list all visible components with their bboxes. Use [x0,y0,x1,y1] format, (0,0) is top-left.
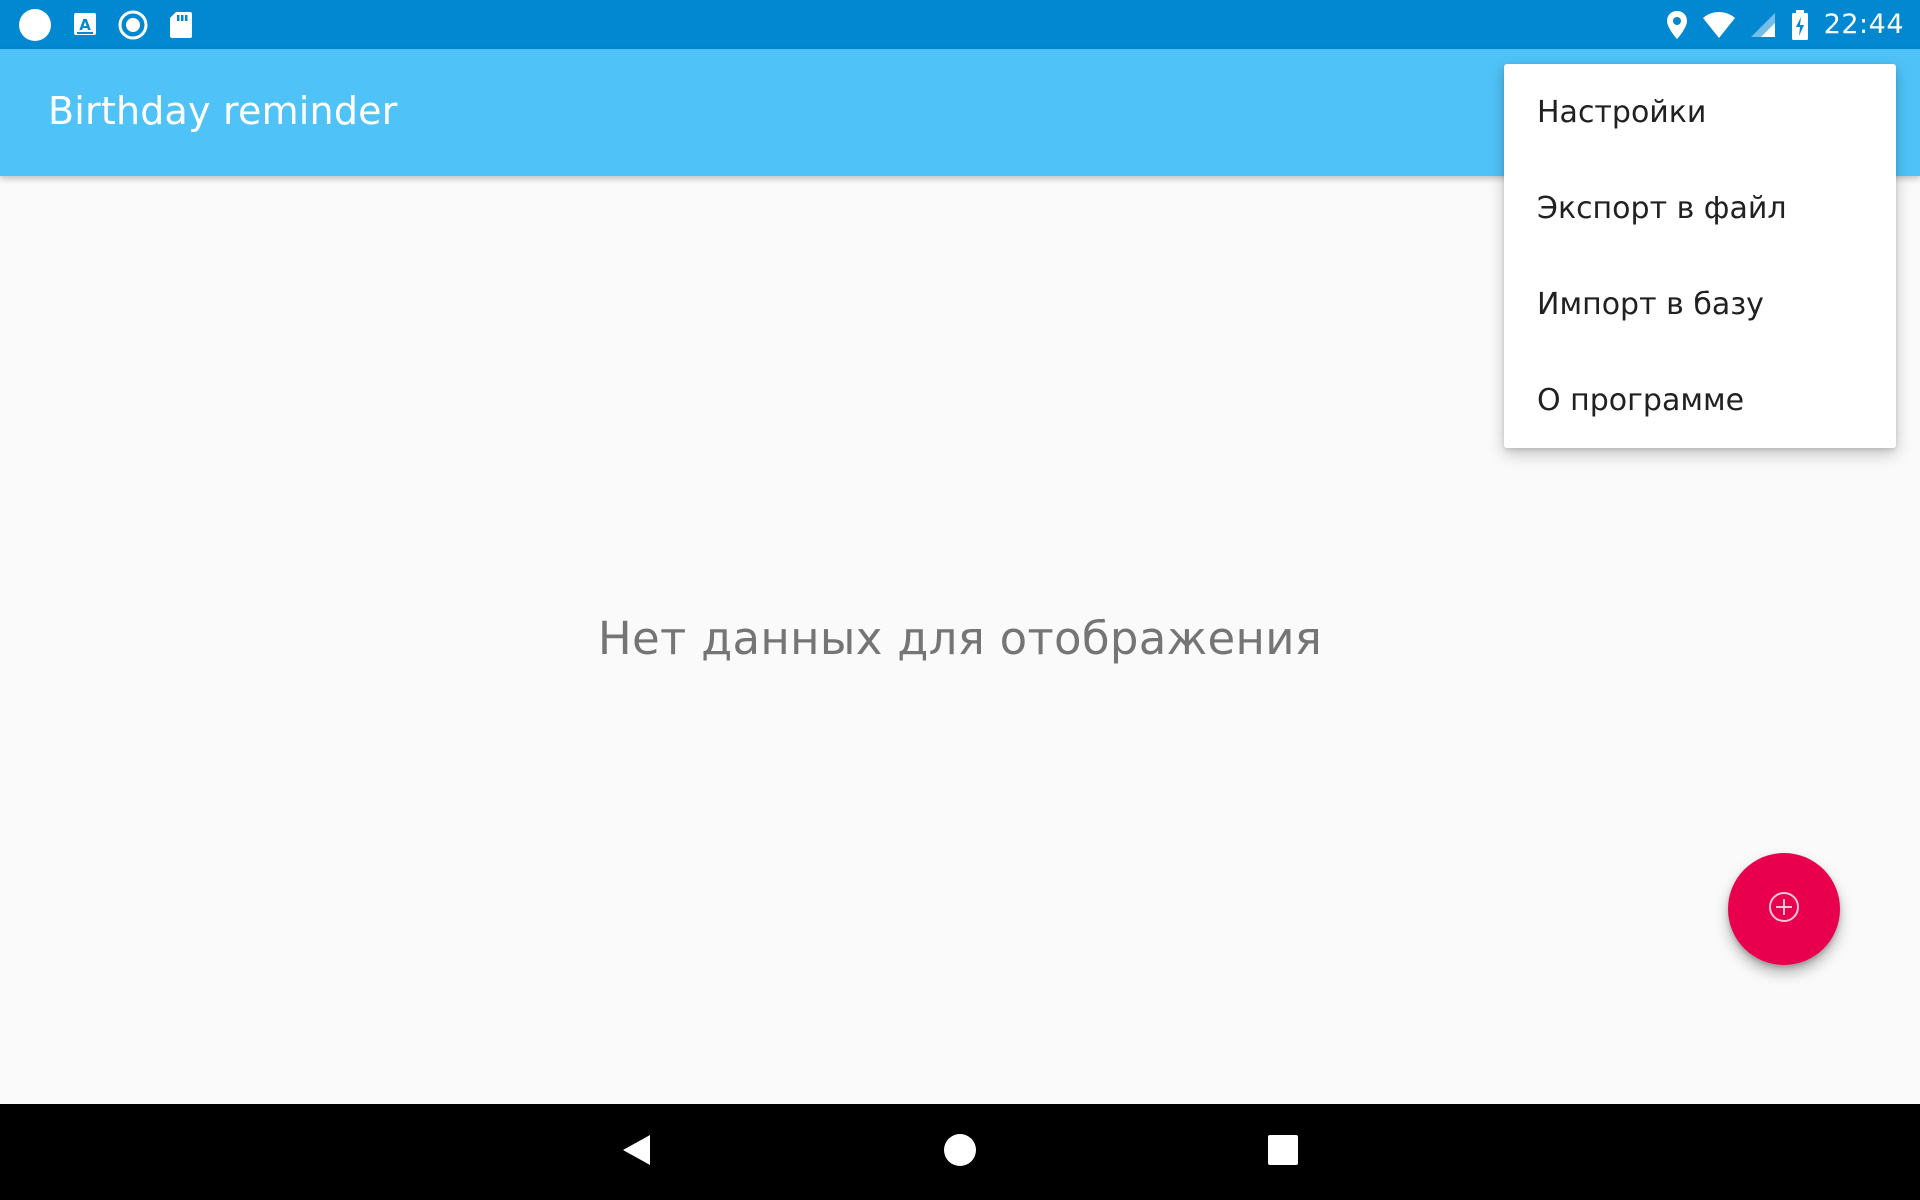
navigation-bar [0,1104,1920,1200]
radio-button-icon [118,10,148,40]
menu-item-settings[interactable]: Настройки [1504,64,1896,160]
status-time: 22:44 [1823,9,1904,40]
status-bar: A 22:44 [0,0,1920,49]
back-icon [620,1133,652,1171]
battery-charging-icon [1790,9,1810,41]
screen: A 22:44 Birthday reminder Нет данных для… [0,0,1920,1200]
recents-icon [1267,1134,1299,1170]
svg-text:A: A [79,16,91,34]
location-icon [1666,10,1688,40]
add-circle-icon [1767,890,1801,928]
menu-item-import-to-database[interactable]: Импорт в базу [1504,256,1896,352]
status-notification-icons: A [18,8,194,41]
wifi-icon [1702,11,1736,39]
menu-item-export-to-file[interactable]: Экспорт в файл [1504,160,1896,256]
circle-notification-icon [18,8,52,42]
empty-state-message: Нет данных для отображения [597,612,1323,665]
home-icon [943,1133,977,1171]
menu-item-about[interactable]: О программе [1504,352,1896,448]
overflow-menu: Настройки Экспорт в файл Импорт в базу О… [1504,64,1896,448]
back-button[interactable] [608,1124,664,1180]
app-title: Birthday reminder [48,89,398,133]
keyboard-a-icon: A [72,11,98,39]
add-birthday-fab[interactable] [1728,853,1840,965]
cell-signal-icon [1750,12,1776,38]
recents-button[interactable] [1255,1124,1311,1180]
home-button[interactable] [932,1124,988,1180]
sd-card-icon [168,10,194,40]
status-system-icons: 22:44 [1666,0,1904,49]
